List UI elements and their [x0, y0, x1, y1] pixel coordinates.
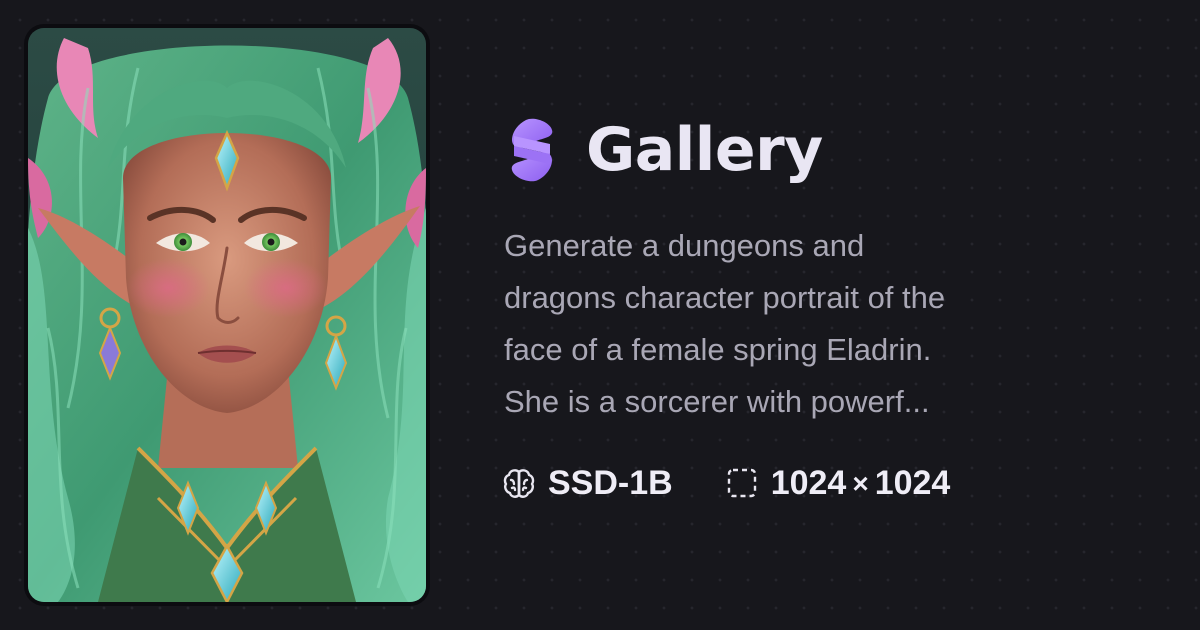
image-card[interactable] — [24, 24, 430, 606]
portrait-illustration — [28, 28, 426, 602]
brand-header: Gallery — [504, 112, 823, 188]
prompt-line: She is a sorcerer with powerf... — [504, 384, 930, 419]
dashed-square-icon — [727, 468, 756, 498]
page-title: Gallery — [586, 115, 823, 185]
gallery-logo-icon — [511, 118, 553, 182]
prompt-line: Generate a dungeons and — [504, 228, 865, 263]
model-info: SSD-1B — [502, 466, 673, 500]
image-meta: SSD-1B 1024 × 1024 — [502, 466, 950, 500]
prompt-text: Generate a dungeons and dragons characte… — [504, 220, 1064, 428]
prompt-line: face of a female spring Eladrin. — [504, 332, 932, 367]
image-dimensions: 1024 × 1024 — [771, 466, 951, 500]
dimensions-info: 1024 × 1024 — [725, 466, 951, 500]
image-width: 1024 — [770, 464, 847, 502]
image-height: 1024 — [874, 464, 951, 502]
model-name: SSD-1B — [548, 464, 673, 502]
prompt-line: dragons character portrait of the — [504, 280, 946, 315]
brain-icon — [503, 469, 535, 498]
portrait-image — [28, 28, 426, 602]
times-sign: × — [852, 468, 869, 499]
